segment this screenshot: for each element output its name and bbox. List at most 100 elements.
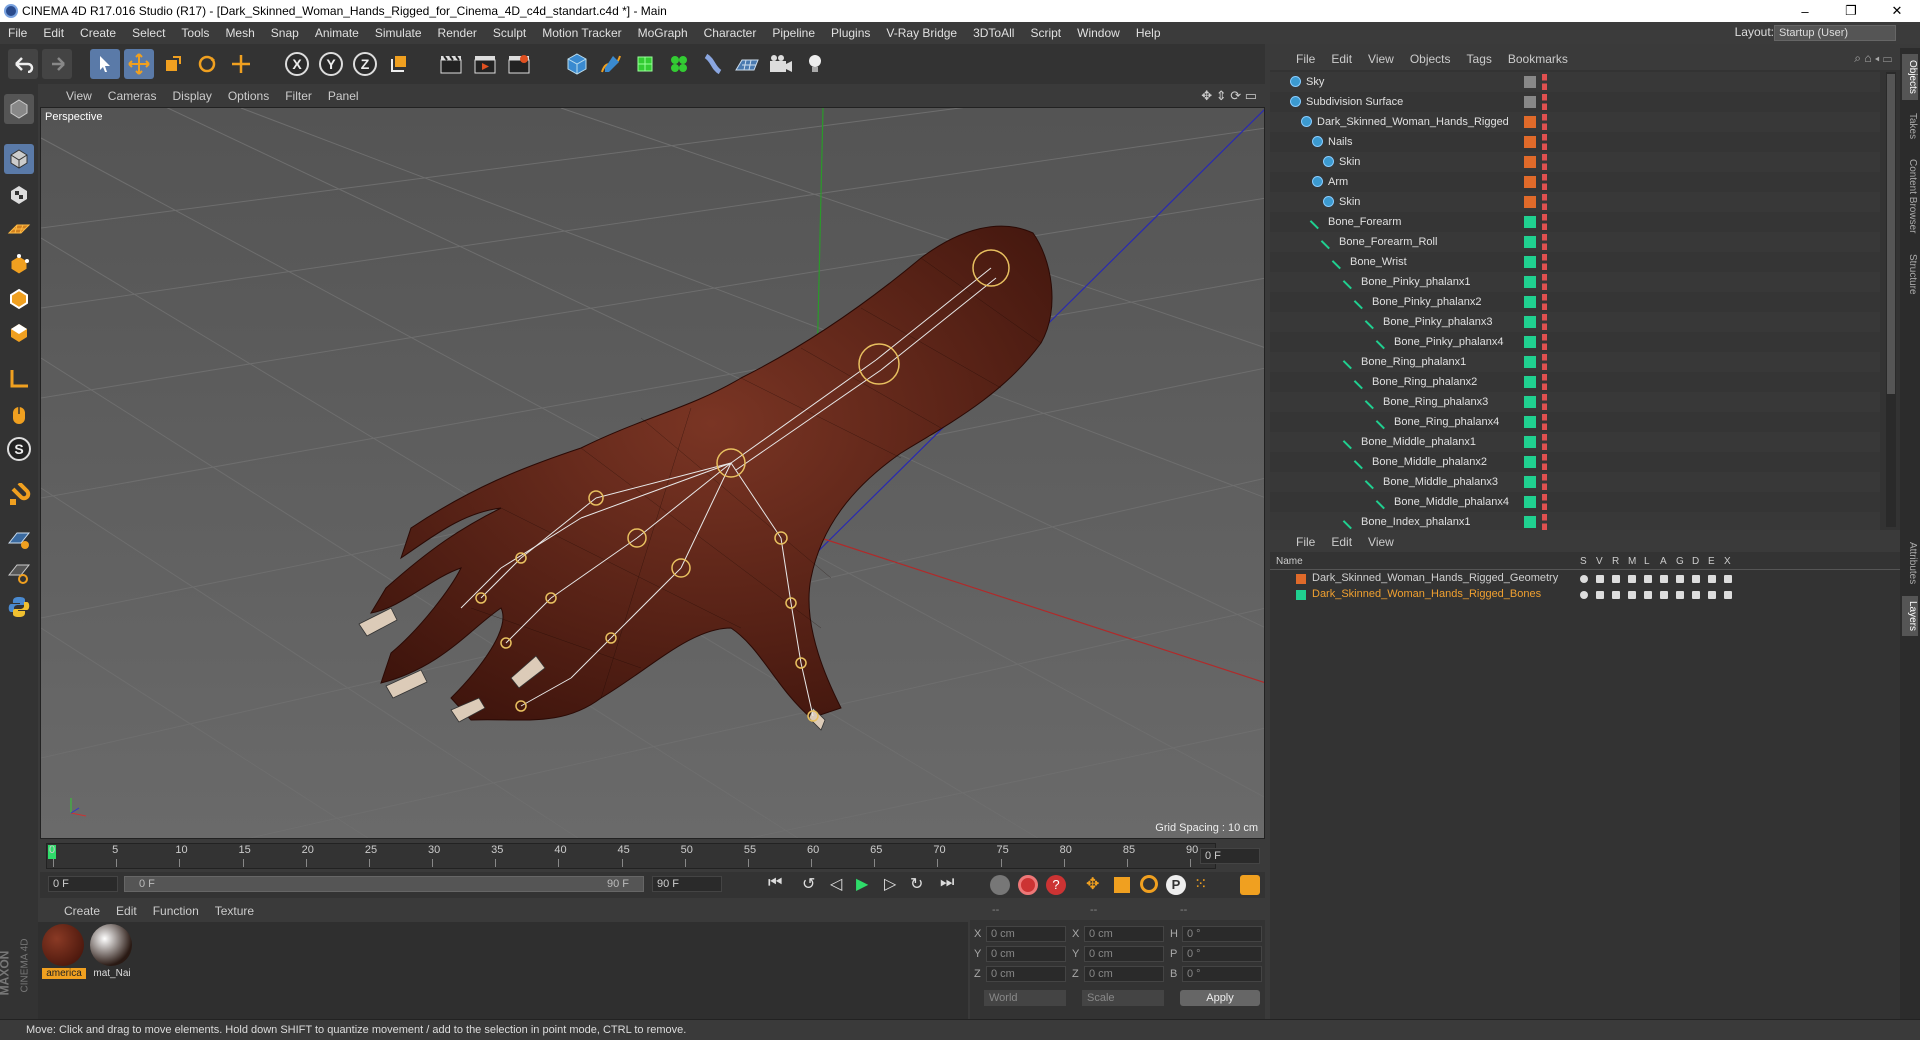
x-axis-lock[interactable]: X — [282, 49, 312, 79]
layers-menu-file[interactable]: File — [1288, 535, 1323, 549]
menu-motion-tracker[interactable]: Motion Tracker — [534, 26, 629, 40]
add-deformer-button[interactable] — [698, 49, 728, 79]
object-layer-color[interactable] — [1524, 496, 1536, 508]
next-frame-button[interactable]: ▷ — [884, 874, 896, 894]
menu-character[interactable]: Character — [696, 26, 765, 40]
object-layer-color[interactable] — [1524, 276, 1536, 288]
material-menu-edit[interactable]: Edit — [108, 904, 145, 918]
rot-h-field[interactable]: 0 ° — [1182, 926, 1262, 942]
material-menu-texture[interactable]: Texture — [207, 904, 262, 918]
visibility-dots[interactable] — [1542, 394, 1547, 410]
visibility-dots[interactable] — [1542, 214, 1547, 230]
object-row[interactable]: Bone_Wrist — [1270, 252, 1880, 272]
layer-row[interactable]: Dark_Skinned_Woman_Hands_Rigged_Geometry — [1270, 572, 1900, 587]
object-row[interactable]: Dark_Skinned_Woman_Hands_Rigged — [1270, 112, 1880, 132]
make-editable-button[interactable] — [4, 94, 34, 124]
object-row[interactable]: Bone_Middle_phalanx2 — [1270, 452, 1880, 472]
visibility-dots[interactable] — [1542, 374, 1547, 390]
object-layer-color[interactable] — [1524, 96, 1536, 108]
axis-mode-button[interactable] — [4, 364, 34, 394]
visibility-dots[interactable] — [1542, 74, 1547, 90]
visibility-dots[interactable] — [1542, 474, 1547, 490]
add-mograph-button[interactable] — [664, 49, 694, 79]
key-scale-button[interactable] — [1114, 877, 1130, 893]
layer-toggle-icon[interactable] — [1708, 575, 1716, 583]
frame-range-slider[interactable]: 0 F 90 F — [124, 876, 644, 892]
object-layer-color[interactable] — [1524, 136, 1536, 148]
viewport-menu-panel[interactable]: Panel — [320, 89, 367, 103]
object-layer-color[interactable] — [1524, 256, 1536, 268]
object-layer-color[interactable] — [1524, 396, 1536, 408]
layer-toggle-icon[interactable] — [1612, 575, 1620, 583]
visibility-dots[interactable] — [1542, 134, 1547, 150]
material-menu-create[interactable]: Create — [56, 904, 108, 918]
visibility-dots[interactable] — [1542, 94, 1547, 110]
object-row[interactable]: Bone_Ring_phalanx2 — [1270, 372, 1880, 392]
menu-pipeline[interactable]: Pipeline — [764, 26, 823, 40]
locked-workplane-button[interactable] — [4, 558, 34, 588]
key-position-button[interactable]: ✥ — [1086, 874, 1099, 894]
tab-content-browser[interactable]: Content Browser — [1902, 150, 1918, 242]
layer-toggle-icon[interactable] — [1724, 575, 1732, 583]
object-layer-color[interactable] — [1524, 216, 1536, 228]
size-z-field[interactable]: 0 cm — [1084, 966, 1164, 982]
layer-row[interactable]: Dark_Skinned_Woman_Hands_Rigged_Bones — [1270, 588, 1900, 603]
object-layer-color[interactable] — [1524, 456, 1536, 468]
pos-x-field[interactable]: 0 cm — [986, 926, 1066, 942]
layer-toggle-icon[interactable] — [1644, 591, 1652, 599]
object-row[interactable]: Bone_Forearm_Roll — [1270, 232, 1880, 252]
key-rotation-button[interactable] — [1140, 875, 1158, 893]
layer-toggle-icon[interactable] — [1660, 575, 1668, 583]
menu-tools[interactable]: Tools — [173, 26, 217, 40]
object-row[interactable]: Subdivision Surface — [1270, 92, 1880, 112]
python-script-button[interactable] — [4, 592, 34, 622]
tab-attributes[interactable]: Attributes — [1902, 534, 1918, 592]
prev-key-button[interactable]: ↺ — [802, 874, 815, 894]
add-subdivision-button[interactable] — [630, 49, 660, 79]
layer-toggle-icon[interactable] — [1612, 591, 1620, 599]
visibility-dots[interactable] — [1542, 334, 1547, 350]
visibility-dots[interactable] — [1542, 434, 1547, 450]
visibility-dots[interactable] — [1542, 314, 1547, 330]
tab-layers[interactable]: Layers — [1902, 596, 1918, 636]
menu-edit[interactable]: Edit — [35, 26, 72, 40]
key-parameter-button[interactable]: P — [1166, 875, 1186, 895]
layer-toggle-icon[interactable] — [1692, 575, 1700, 583]
add-floor-button[interactable] — [732, 49, 762, 79]
maximize-button[interactable]: ❐ — [1828, 0, 1874, 22]
menu-select[interactable]: Select — [124, 26, 173, 40]
enable-workplane-button[interactable] — [4, 524, 34, 554]
visibility-dots[interactable] — [1542, 154, 1547, 170]
object-row[interactable]: Bone_Pinky_phalanx2 — [1270, 292, 1880, 312]
object-layer-color[interactable] — [1524, 376, 1536, 388]
size-x-field[interactable]: 0 cm — [1084, 926, 1164, 942]
object-layer-color[interactable] — [1524, 436, 1536, 448]
layer-toggle-icon[interactable] — [1580, 591, 1588, 599]
object-row[interactable]: Nails — [1270, 132, 1880, 152]
scale-tool[interactable] — [158, 49, 188, 79]
timeline-button[interactable] — [1240, 875, 1260, 895]
prev-frame-button[interactable]: ◁ — [830, 874, 842, 894]
menu-window[interactable]: Window — [1069, 26, 1128, 40]
object-row[interactable]: Skin — [1270, 192, 1880, 212]
material-menu-function[interactable]: Function — [145, 904, 207, 918]
layers-menu-edit[interactable]: Edit — [1323, 535, 1360, 549]
viewport-menu-view[interactable]: View — [58, 89, 100, 103]
menu-mesh[interactable]: Mesh — [217, 26, 262, 40]
object-row[interactable]: Bone_Pinky_phalanx1 — [1270, 272, 1880, 292]
object-layer-color[interactable] — [1524, 316, 1536, 328]
live-selection-tool[interactable] — [90, 49, 120, 79]
object-layer-color[interactable] — [1524, 476, 1536, 488]
objects-menu-file[interactable]: File — [1288, 52, 1323, 66]
object-row[interactable]: Bone_Middle_phalanx3 — [1270, 472, 1880, 492]
motion-path-button[interactable] — [990, 875, 1010, 895]
object-row[interactable]: Bone_Middle_phalanx1 — [1270, 432, 1880, 452]
object-row[interactable]: Bone_Middle_phalanx4 — [1270, 492, 1880, 512]
menu-plugins[interactable]: Plugins — [823, 26, 878, 40]
object-layer-color[interactable] — [1524, 76, 1536, 88]
visibility-dots[interactable] — [1542, 354, 1547, 370]
visibility-dots[interactable] — [1542, 494, 1547, 510]
edges-mode-button[interactable] — [4, 284, 34, 314]
add-camera-button[interactable] — [766, 49, 796, 79]
coordinate-system-select[interactable]: World — [984, 990, 1066, 1006]
